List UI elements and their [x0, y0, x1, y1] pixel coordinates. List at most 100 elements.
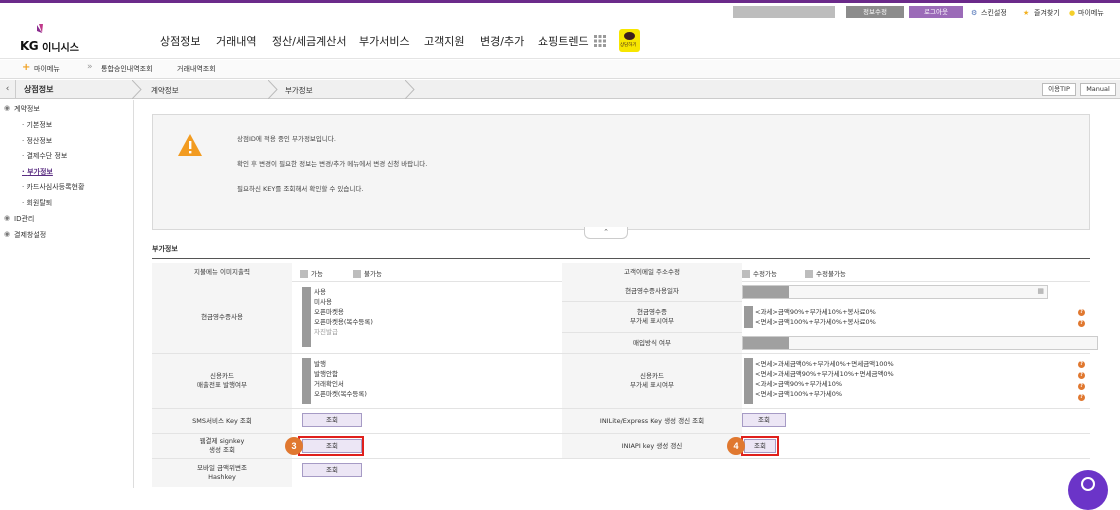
chat-icon — [1081, 477, 1095, 491]
circle-icon: ◉ — [4, 214, 11, 222]
option-label: 수정가능 — [753, 270, 777, 278]
cash-vat-options: <과세>금액90%+부가세10%+봉사료0% <면세>금액100%+부가세0%+… — [755, 307, 876, 327]
option-issue[interactable]: 발행 — [314, 359, 367, 369]
edit-info-button[interactable]: 정보수정 — [846, 6, 904, 18]
filled-value — [743, 337, 789, 349]
option-openmarket-multi[interactable]: 오픈마켓(복수등록) — [314, 389, 367, 399]
calendar-icon[interactable]: ▦ — [1037, 287, 1044, 295]
collapse-toggle[interactable]: ⌃ — [584, 227, 628, 239]
logout-button[interactable]: 로그아웃 — [909, 6, 963, 18]
help-icon[interactable]: ? — [1078, 394, 1085, 401]
label-cash-date: 현금영수증사용일자 — [562, 282, 742, 302]
option-noissue[interactable]: 발행안함 — [314, 369, 367, 379]
highlight-box — [741, 436, 779, 456]
menu-shopping-trend[interactable]: 쇼핑트렌드 — [538, 33, 589, 49]
logo-mark-icon — [37, 24, 43, 33]
label-iniapi-key: INIAPI key 생성 갱신 — [562, 434, 742, 458]
option-openmarket-multi[interactable]: 오픈마켓용(복수등록) — [314, 317, 373, 327]
manual-button[interactable]: Manual — [1080, 83, 1116, 96]
option-item[interactable]: <면세>금액100%+부가세0% — [755, 389, 894, 399]
sidebar-item-settlement[interactable]: · 정산정보 — [22, 136, 52, 146]
content-area: 상점ID에 적용 중인 부가정보입니다. 확인 후 변경이 필요한 정보는 변경… — [136, 100, 1120, 488]
kakao-consult-button[interactable]: 상담하기 — [619, 29, 640, 52]
option-use[interactable]: 사용 — [314, 287, 373, 297]
breadcrumb-item-contract[interactable]: 계약정보 — [151, 85, 179, 96]
warning-icon — [178, 134, 202, 156]
checkbox[interactable] — [805, 270, 813, 278]
user-id-box — [733, 6, 835, 18]
option-nouse[interactable]: 미사용 — [314, 297, 373, 307]
notice-line-1: 상점ID에 적용 중인 부가정보입니다. — [237, 135, 336, 143]
help-icon[interactable]: ? — [1078, 383, 1085, 390]
help-icon[interactable]: ? — [1078, 320, 1085, 327]
option-item[interactable]: <면세>과세금액0%+부가세0%+면세금액100% — [755, 359, 894, 369]
cash-date-input[interactable]: ▦ — [742, 285, 1048, 299]
option-confirm[interactable]: 거래확인서 — [314, 379, 367, 389]
notice-box: 상점ID에 적용 중인 부가정보입니다. 확인 후 변경이 필요한 정보는 변경… — [152, 114, 1090, 230]
grid-menu-icon[interactable] — [594, 35, 606, 47]
menu-addon-services[interactable]: 부가서비스 — [359, 33, 410, 49]
skin-setting-link[interactable]: 스킨설정 — [981, 6, 1007, 20]
option-item[interactable]: <면세>과세금액90%+부가세10%+면세금액0% — [755, 369, 894, 379]
filled-value — [743, 286, 789, 298]
menu-store-info[interactable]: 상점정보 — [160, 33, 200, 49]
quick-item-approval[interactable]: 통합승인내역조회 — [101, 64, 153, 74]
menu-transactions[interactable]: 거래내역 — [216, 33, 256, 49]
favorites-link[interactable]: 즐겨찾기 — [1034, 6, 1060, 20]
option-openmarket[interactable]: 오픈마켓용 — [314, 307, 373, 317]
option-bar — [744, 306, 753, 328]
chevron-up-icon: ⌃ — [603, 228, 609, 236]
sidebar-item-payment[interactable]: · 결제수단 정보 — [22, 151, 67, 161]
checkbox[interactable] — [742, 270, 750, 278]
notice-line-2: 확인 후 변경이 필요한 정보는 변경/추가 메뉴에서 변경 신청 바랍니다. — [237, 160, 428, 168]
menu-customer-support[interactable]: 고객지원 — [424, 33, 464, 49]
inilite-key-lookup-button[interactable]: 조회 — [742, 413, 786, 427]
help-icon[interactable]: ? — [1078, 361, 1085, 368]
table-row: SMS서비스 Key 조회 조회 INILite/Express Key 생성 … — [152, 409, 1090, 434]
option-bar — [302, 287, 311, 347]
help-icon[interactable]: ? — [1078, 372, 1085, 379]
option-item[interactable]: <과세>금액90%+부가세10%+봉사료0% — [755, 307, 876, 317]
sidebar-group-paywindow[interactable]: 결제창설정 — [14, 230, 46, 240]
option-label: 수정불가능 — [816, 270, 846, 278]
table-row: 모바일 금액위변조 Hashkey 조회 — [152, 459, 1090, 487]
breadcrumb-item-addinfo[interactable]: 부가정보 — [285, 85, 313, 96]
quick-item-transactions[interactable]: 거래내역조회 — [177, 64, 216, 74]
sidebar-item-withdraw[interactable]: · 회원탈퇴 — [22, 198, 52, 208]
sidebar-group-contract[interactable]: 계약정보 — [14, 104, 40, 114]
brand-stripe — [0, 0, 1120, 3]
sidebar-item-basic[interactable]: · 기본정보 — [22, 120, 52, 130]
sidebar-group-id[interactable]: ID관리 — [14, 214, 34, 224]
option-item[interactable]: <면세>금액100%+부가세0%+봉사료0% — [755, 317, 876, 327]
sms-key-lookup-button[interactable]: 조회 — [302, 413, 362, 427]
double-chevron-icon: » — [87, 62, 93, 72]
option-label: 가능 — [311, 270, 323, 278]
label-cash-receipt: 현금영수증사용 — [152, 282, 292, 353]
floating-chat-button[interactable] — [1068, 470, 1108, 510]
purchase-method-field[interactable] — [742, 336, 1098, 350]
cash-receipt-options: 사용 미사용 오픈마켓용 오픈마켓용(복수등록) 자진발급 — [314, 287, 373, 337]
help-icon[interactable]: ? — [1078, 309, 1085, 316]
breadcrumb-arrow-1 — [132, 80, 142, 99]
mymenu-quick[interactable]: 마이메뉴 — [34, 64, 60, 74]
option-self-issue[interactable]: 자진발급 — [314, 327, 373, 337]
label-pay-image: 지불메뉴 이미지출력 — [152, 263, 292, 282]
sidebar-item-card-review[interactable]: · 카드사심사등록현황 — [22, 182, 84, 192]
option-item[interactable]: <과세>금액90%+부가세10% — [755, 379, 894, 389]
menu-settlement[interactable]: 정산/세금계산서 — [272, 33, 347, 49]
main-navigation: KG 이니시스 상점정보 거래내역 정산/세금계산서 부가서비스 고객지원 변경… — [0, 21, 1120, 59]
menu-change-add[interactable]: 변경/추가 — [480, 33, 524, 49]
checkbox[interactable] — [353, 270, 362, 278]
kakao-label: 상담하기 — [620, 43, 637, 48]
checkbox[interactable] — [300, 270, 308, 278]
mobile-hashkey-lookup-button[interactable]: 조회 — [302, 463, 362, 477]
usage-tip-button[interactable]: 이용TIP — [1042, 83, 1076, 96]
breadcrumb-section[interactable]: 상점정보 — [24, 84, 53, 95]
circle-icon: ◉ — [4, 104, 11, 112]
mymenu-link[interactable]: 마이메뉴 — [1078, 6, 1104, 20]
label-card-vat: 신용카드 부가세 표시여부 — [562, 354, 742, 408]
chevron-left-icon[interactable]: ‹ — [0, 80, 16, 99]
sidebar-item-addinfo-active[interactable]: · 부가정보 — [22, 167, 53, 177]
kg-inicis-logo[interactable]: KG 이니시스 — [20, 24, 79, 54]
label-email-edit: 고객이메일 주소수정 — [562, 263, 742, 282]
